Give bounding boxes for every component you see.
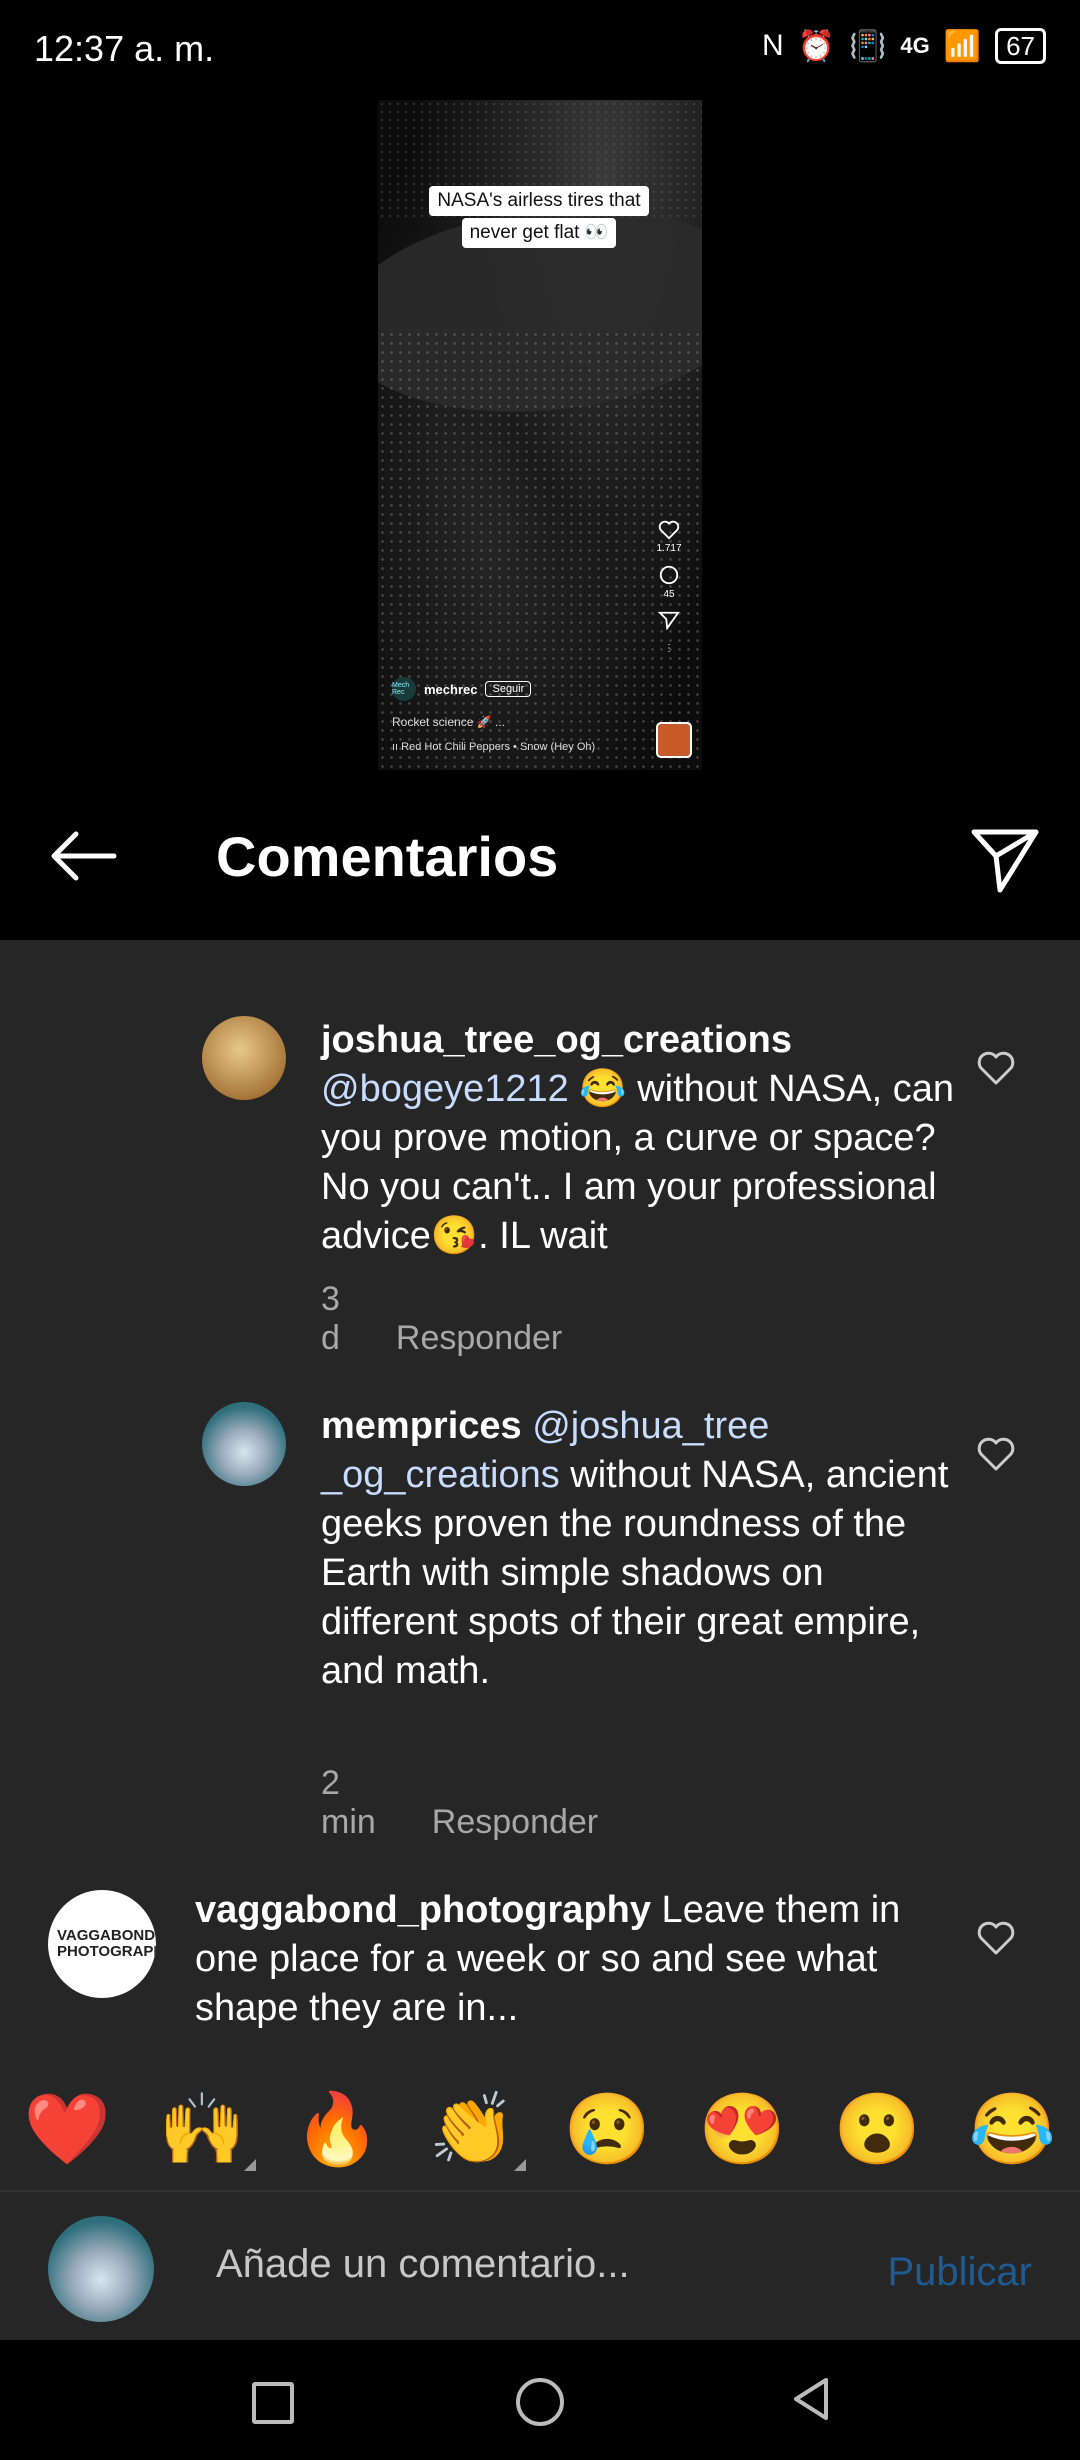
comment-text: memprices @joshua_tree _og_creations wit… <box>321 1402 961 1696</box>
like-heart-icon[interactable] <box>976 1436 1016 1472</box>
emoji-raised-hands-glyph: 🙌 <box>158 2090 247 2168</box>
avatar[interactable] <box>202 1016 286 1100</box>
emoji-heart-eyes[interactable]: 😍 <box>699 2089 786 2171</box>
vibrate-icon: 📳 <box>849 29 887 63</box>
reel-thumbnail[interactable]: NASA's airless tires that never get flat… <box>378 100 702 770</box>
nav-back-icon[interactable] <box>786 2374 836 2424</box>
comment-meta: 3 d Responder <box>321 1280 618 1358</box>
comment-input-bar: Añade un comentario... Publicar <box>0 2190 1080 2342</box>
reel-follow-button[interactable]: Seguir <box>485 681 532 697</box>
status-time: 12:37 a. m. <box>34 28 215 69</box>
like-heart-icon[interactable] <box>976 1050 1016 1086</box>
skin-tone-indicator <box>244 2159 257 2171</box>
comments-header: Comentarios <box>0 800 1080 910</box>
comment-username[interactable]: memprices <box>321 1405 522 1447</box>
reel-caption-line1: NASA's airless tires that <box>429 186 649 216</box>
reel-description: Rocket science 🚀 ... <box>392 715 505 729</box>
reel-preview-area: 12:37 a. m. N ⏰ 📳 4G 📶 67 NASA's airless… <box>0 0 1080 940</box>
status-bar: 12:37 a. m. N ⏰ 📳 4G 📶 67 <box>0 0 1080 100</box>
avatar[interactable] <box>202 1402 286 1486</box>
battery-icon: 67 <box>995 28 1046 64</box>
emoji-surprised[interactable]: 😮 <box>834 2089 921 2171</box>
emoji-clap-glyph: 👏 <box>428 2090 517 2168</box>
emoji-crying[interactable]: 😢 <box>564 2089 651 2171</box>
comment-text: vaggabond_photography Leave them in one … <box>195 1886 935 2033</box>
back-arrow-icon[interactable] <box>44 826 124 886</box>
emoji-quick-bar: ❤️ 🙌 🔥 👏 😢 😍 😮 😂 <box>0 2070 1080 2190</box>
reel-share-icon[interactable] <box>652 610 686 633</box>
alarm-icon: ⏰ <box>797 29 835 63</box>
reel-user-row: Mech Rec mechrec Seguir <box>392 677 532 701</box>
nfc-icon: N <box>761 29 784 62</box>
reel-music-label: Red Hot Chili Peppers • Snow (Hey Oh) <box>401 741 596 753</box>
reel-audio-thumb[interactable] <box>656 722 692 758</box>
comment-time: 3 d <box>321 1280 340 1357</box>
reel-comment-count: 45 <box>663 589 675 600</box>
network-label: 4G <box>900 33 930 58</box>
avatar[interactable]: VAGGABOND PHOTOGRAPHY <box>48 1890 156 1998</box>
music-icon: ıı <box>392 741 402 753</box>
reel-actions: 1.717 45 ⋮ <box>652 520 686 664</box>
emoji-fire[interactable]: 🔥 <box>294 2089 381 2171</box>
send-icon[interactable] <box>964 818 1044 898</box>
comment-time: 2 min <box>321 1764 376 1841</box>
emoji-clap[interactable]: 👏 <box>428 2089 527 2171</box>
reel-caption-line2: never get flat 👀 <box>461 218 617 248</box>
reel-more-icon[interactable]: ⋮ <box>652 643 686 654</box>
reel-caption: NASA's airless tires that never get flat… <box>412 185 666 249</box>
reply-button[interactable]: Responder <box>396 1319 562 1357</box>
signal-icon: 📶 <box>943 29 982 63</box>
comment-mention[interactable]: @bogeye1212 <box>321 1068 569 1110</box>
reel-like-count: 1.717 <box>656 543 682 554</box>
reel-avatar[interactable]: Mech Rec <box>392 677 416 701</box>
status-icons: N ⏰ 📳 4G 📶 67 <box>762 28 1046 64</box>
home-button[interactable] <box>516 2378 564 2426</box>
avatar <box>48 2216 154 2322</box>
comment-meta: 2 min Responder <box>321 1764 654 1842</box>
skin-tone-indicator <box>514 2159 527 2171</box>
like-heart-icon[interactable] <box>976 1920 1016 1956</box>
reel-username[interactable]: mechrec <box>424 682 477 697</box>
system-nav-bar <box>0 2340 1080 2460</box>
comment-input[interactable]: Añade un comentario... <box>216 2242 630 2287</box>
emoji-raised-hands[interactable]: 🙌 <box>158 2089 257 2171</box>
page-title: Comentarios <box>216 825 559 888</box>
reply-button[interactable]: Responder <box>432 1803 598 1841</box>
emoji-heart[interactable]: ❤️ <box>24 2089 111 2171</box>
comment-username[interactable]: vaggabond_photography <box>195 1889 651 1931</box>
publish-button[interactable]: Publicar <box>887 2250 1032 2295</box>
comment-text: joshua_tree_og_creations @bogeye1212 😂 w… <box>321 1016 961 1261</box>
emoji-laughing[interactable]: 😂 <box>969 2089 1056 2171</box>
recents-button[interactable] <box>252 2382 294 2424</box>
reel-comment-icon[interactable]: 45 <box>652 564 686 600</box>
reel-music: ıı Red Hot Chili Peppers • Snow (Hey Oh) <box>392 741 595 753</box>
comment-username[interactable]: joshua_tree_og_creations <box>321 1019 792 1061</box>
reel-like-icon[interactable]: 1.717 <box>652 520 686 554</box>
avatar-logo-text: VAGGABOND PHOTOGRAPHY <box>57 1927 156 1960</box>
